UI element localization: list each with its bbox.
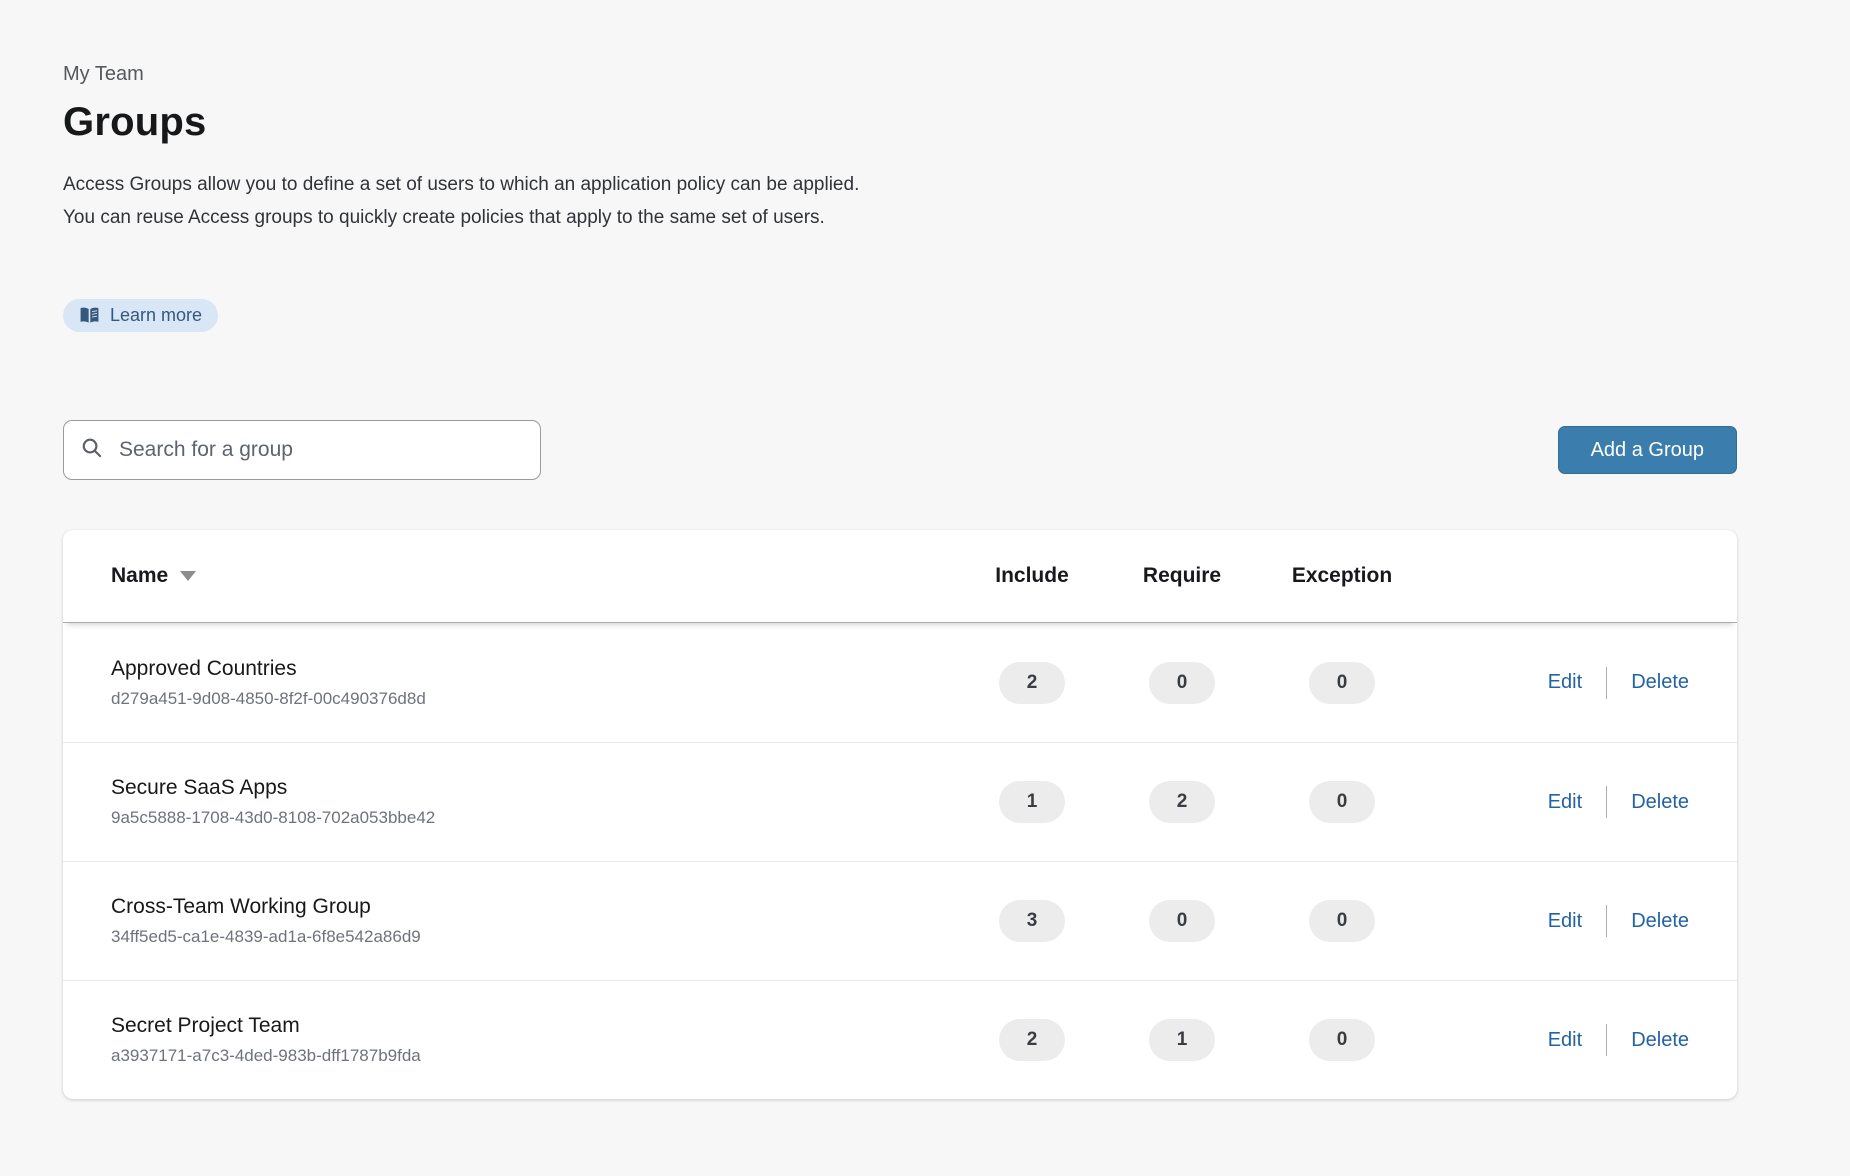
delete-link[interactable]: Delete <box>1631 910 1689 933</box>
add-group-button[interactable]: Add a Group <box>1558 426 1737 474</box>
exception-count-badge: 0 <box>1309 900 1375 942</box>
group-name-cell: Secure SaaS Apps 9a5c5888-1708-43d0-8108… <box>63 776 957 828</box>
include-count-badge: 1 <box>999 781 1065 823</box>
column-header-exception: Exception <box>1257 564 1427 588</box>
row-actions: Edit Delete <box>1427 667 1737 699</box>
column-header-name-label: Name <box>111 564 168 588</box>
action-divider <box>1606 786 1607 818</box>
exception-count-badge: 0 <box>1309 781 1375 823</box>
delete-link[interactable]: Delete <box>1631 791 1689 814</box>
edit-link[interactable]: Edit <box>1548 1029 1582 1052</box>
edit-link[interactable]: Edit <box>1548 910 1582 933</box>
learn-more-button[interactable]: Learn more <box>63 299 218 332</box>
search-box <box>63 420 541 480</box>
group-name: Approved Countries <box>111 657 957 681</box>
search-icon <box>80 436 103 464</box>
delete-link[interactable]: Delete <box>1631 1029 1689 1052</box>
action-divider <box>1606 1024 1607 1056</box>
group-id: 9a5c5888-1708-43d0-8108-702a053bbe42 <box>111 808 957 828</box>
table-row: Secret Project Team a3937171-a7c3-4ded-9… <box>63 980 1737 1099</box>
column-header-include: Include <box>957 564 1107 588</box>
exception-count-badge: 0 <box>1309 1019 1375 1061</box>
table-header-row: Name Include Require Exception <box>63 530 1737 623</box>
include-count-badge: 2 <box>999 662 1065 704</box>
exception-count-badge: 0 <box>1309 662 1375 704</box>
group-id: a3937171-a7c3-4ded-983b-dff1787b9fda <box>111 1046 957 1066</box>
group-id: 34ff5ed5-ca1e-4839-ad1a-6f8e542a86d9 <box>111 927 957 947</box>
page-title: Groups <box>63 100 1850 145</box>
delete-link[interactable]: Delete <box>1631 671 1689 694</box>
table-row: Secure SaaS Apps 9a5c5888-1708-43d0-8108… <box>63 742 1737 861</box>
row-actions: Edit Delete <box>1427 905 1737 937</box>
edit-link[interactable]: Edit <box>1548 791 1582 814</box>
table-row: Cross-Team Working Group 34ff5ed5-ca1e-4… <box>63 861 1737 980</box>
group-id: d279a451-9d08-4850-8f2f-00c490376d8d <box>111 689 957 709</box>
group-name-cell: Approved Countries d279a451-9d08-4850-8f… <box>63 657 957 709</box>
row-actions: Edit Delete <box>1427 1024 1737 1056</box>
breadcrumb: My Team <box>63 63 1850 86</box>
table-row: Approved Countries d279a451-9d08-4850-8f… <box>63 623 1737 742</box>
group-name-cell: Cross-Team Working Group 34ff5ed5-ca1e-4… <box>63 895 957 947</box>
row-actions: Edit Delete <box>1427 786 1737 818</box>
action-divider <box>1606 905 1607 937</box>
search-input[interactable] <box>119 438 524 462</box>
include-count-badge: 3 <box>999 900 1065 942</box>
column-header-name[interactable]: Name <box>63 564 957 588</box>
group-name: Secret Project Team <box>111 1014 957 1038</box>
groups-page: My Team Groups Access Groups allow you t… <box>0 0 1850 1099</box>
page-description-line-1: Access Groups allow you to define a set … <box>63 175 1850 195</box>
page-description-line-2: You can reuse Access groups to quickly c… <box>63 208 1850 228</box>
sort-descending-icon <box>180 571 196 581</box>
group-name-cell: Secret Project Team a3937171-a7c3-4ded-9… <box>63 1014 957 1066</box>
edit-link[interactable]: Edit <box>1548 671 1582 694</box>
require-count-badge: 0 <box>1149 662 1215 704</box>
include-count-badge: 2 <box>999 1019 1065 1061</box>
groups-table: Name Include Require Exception Approved … <box>63 530 1737 1099</box>
column-header-require: Require <box>1107 564 1257 588</box>
group-name: Cross-Team Working Group <box>111 895 957 919</box>
learn-more-label: Learn more <box>110 305 202 326</box>
book-icon <box>79 307 100 324</box>
require-count-badge: 2 <box>1149 781 1215 823</box>
group-name: Secure SaaS Apps <box>111 776 957 800</box>
require-count-badge: 0 <box>1149 900 1215 942</box>
action-divider <box>1606 667 1607 699</box>
toolbar: Add a Group <box>63 420 1737 480</box>
require-count-badge: 1 <box>1149 1019 1215 1061</box>
